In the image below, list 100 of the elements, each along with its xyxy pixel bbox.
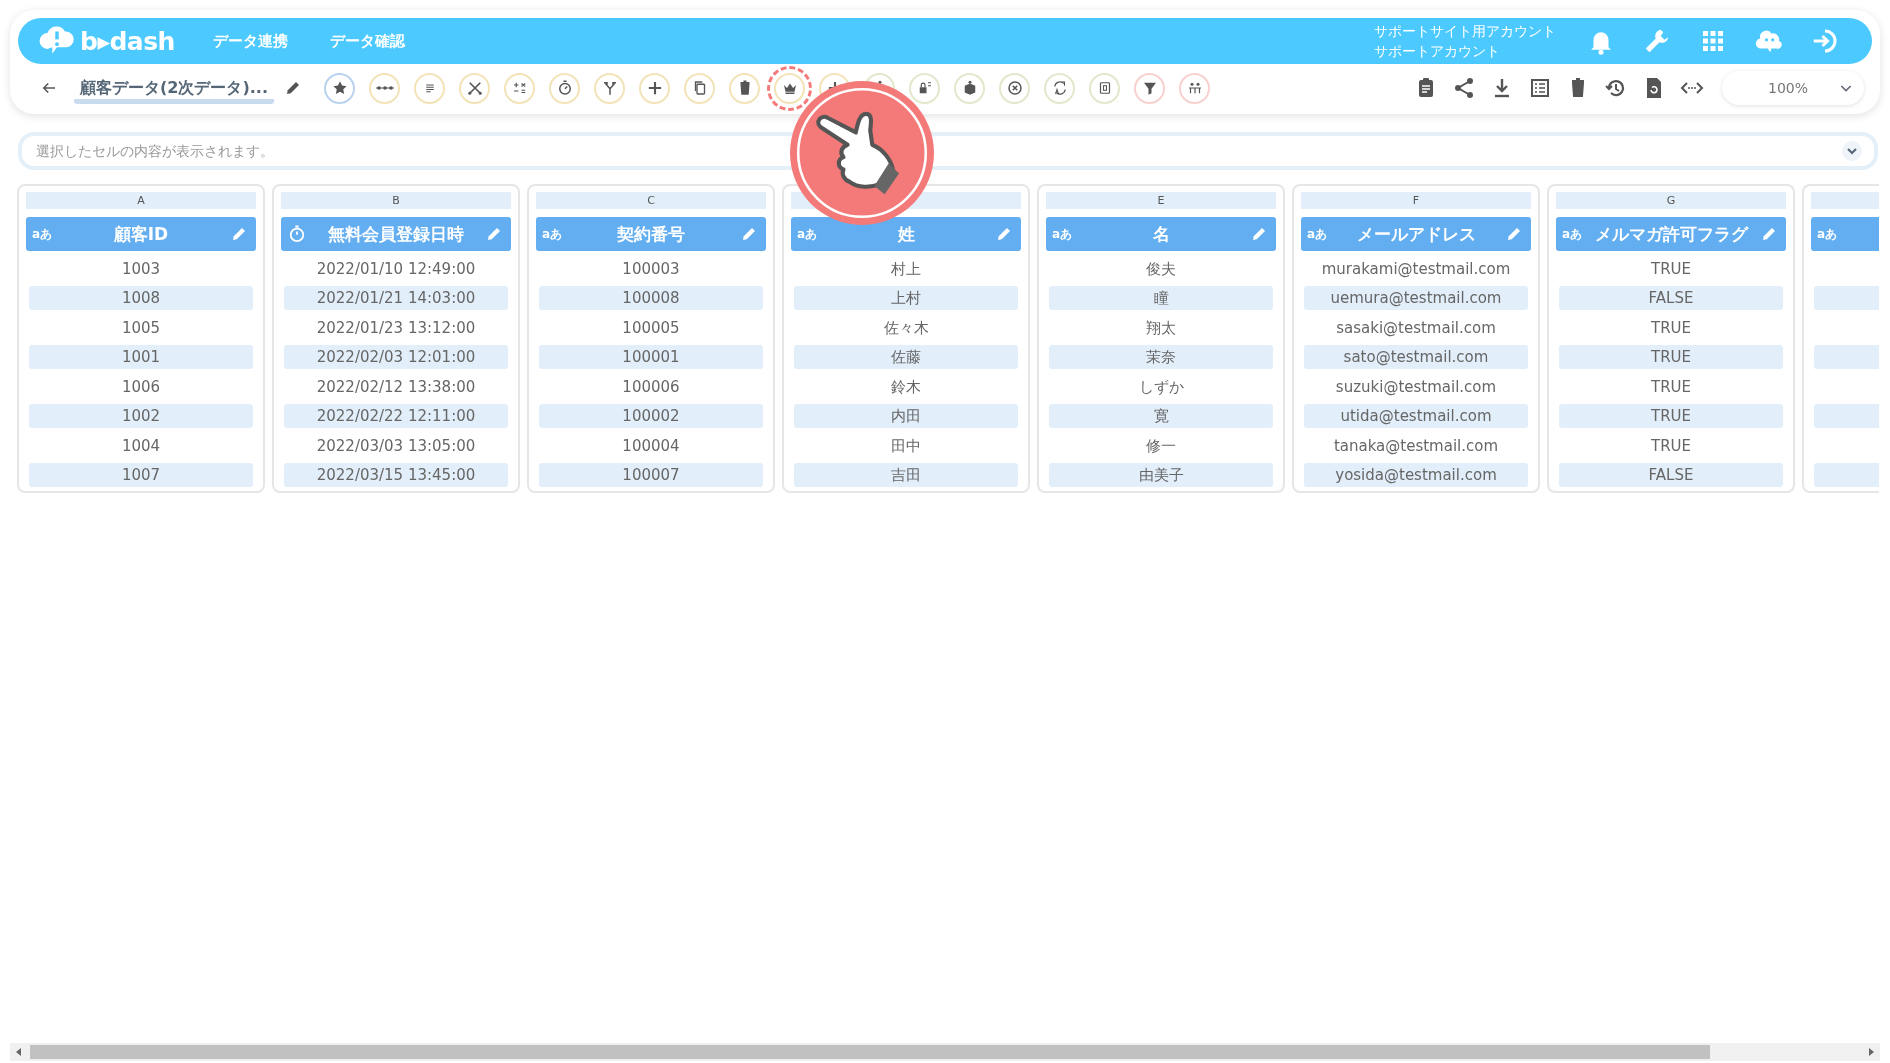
table-cell: 2022/03/15 13:45:00	[284, 463, 508, 487]
table-cell-text: murakami@testmail.com	[1320, 258, 1512, 280]
nav-link[interactable]: データ連携	[212, 31, 288, 51]
table-cell	[1814, 463, 1879, 487]
tool-button[interactable]	[639, 72, 670, 104]
type-label: aあ	[32, 225, 53, 243]
column-header[interactable]: aあ 契約番号	[536, 217, 766, 251]
account-name: サポートサイト用アカウント	[1374, 22, 1556, 41]
table-cell-text: suzuki@testmail.com	[1334, 376, 1498, 398]
type-label: aあ	[542, 225, 563, 243]
table-cell-text: 俊夫	[1145, 258, 1177, 280]
column-title: 無料会員登録日時	[328, 222, 464, 246]
table-cell-text: 2022/03/03 13:05:00	[315, 435, 477, 457]
column-header[interactable]: aあ 名	[1046, 217, 1276, 251]
column-header[interactable]: aあ 顧客ID	[26, 217, 256, 251]
table-cell: yosida@testmail.com	[1304, 463, 1528, 487]
tool-button[interactable]	[909, 72, 940, 104]
table-cell: 上村	[794, 286, 1018, 310]
table-cell: 内田	[794, 404, 1018, 428]
table-cell: FALSE	[1559, 463, 1783, 487]
tool-button[interactable]	[684, 72, 715, 104]
table-cell-text: 2022/01/10 12:49:00	[315, 258, 477, 280]
table-cell-text: 村上	[890, 258, 922, 280]
tool-button[interactable]	[954, 72, 985, 104]
table-cell: 1008	[29, 286, 253, 310]
table-cell-text: 修一	[1145, 435, 1177, 457]
tool-button[interactable]	[1089, 72, 1120, 104]
tool-button[interactable]	[1134, 72, 1165, 104]
pencil-icon[interactable]	[284, 79, 302, 97]
formula-field[interactable]: 選択したセルの内容が表示されます。	[18, 132, 1878, 170]
table-cell: 100007	[539, 463, 763, 487]
plus-icon	[647, 81, 662, 95]
table-cell	[1814, 286, 1879, 310]
type-label: aあ	[1817, 225, 1838, 243]
table-cell: 2022/02/03 12:01:00	[284, 345, 508, 369]
column-title: 名	[1152, 222, 1170, 246]
scroll-left-icon[interactable]	[16, 1048, 21, 1056]
type-label: aあ	[1307, 225, 1328, 243]
column-letter[interactable]: C	[536, 192, 766, 209]
nav-link[interactable]: データ確認	[329, 31, 405, 51]
table-cell-text: 鈴木	[890, 376, 922, 398]
table-cell: 吉田	[794, 463, 1018, 487]
tool-button[interactable]	[459, 72, 490, 104]
table-cell-text: 1003	[120, 258, 162, 280]
tool-button[interactable]	[549, 72, 580, 104]
column-header[interactable]: aあ 姓	[791, 217, 1021, 251]
table-cell-text: 1004	[120, 435, 162, 457]
column-title: 姓	[897, 222, 915, 246]
table-cell-text: tanaka@testmail.com	[1332, 435, 1500, 457]
table-cell-text: TRUE	[1649, 435, 1692, 457]
type-label: aあ	[797, 225, 818, 243]
tool-button[interactable]	[1179, 72, 1210, 104]
column-letter[interactable]: A	[26, 192, 256, 209]
logo-text[interactable]: b▸dash	[80, 26, 175, 56]
column-letter[interactable]: G	[1556, 192, 1786, 209]
column-header[interactable]: aあ	[1811, 217, 1879, 251]
table-cell: 100001	[539, 345, 763, 369]
table-cell-text: TRUE	[1649, 376, 1692, 398]
column-letter[interactable]: E	[1046, 192, 1276, 209]
scroll-right-icon[interactable]	[1869, 1048, 1874, 1056]
table-cell: FALSE	[1559, 286, 1783, 310]
table-cell: 1002	[29, 404, 253, 428]
column-header[interactable]: 無料会員登録日時	[281, 217, 511, 251]
table-cell: 寛	[1049, 404, 1273, 428]
table-cell: 1001	[29, 345, 253, 369]
type-label: aあ	[1052, 225, 1073, 243]
table-cell-text: 1005	[120, 317, 162, 339]
document-title[interactable]: 顧客データ(2次データ)...	[74, 76, 274, 104]
column-header[interactable]: aあ メルマガ許可フラグ	[1556, 217, 1786, 251]
tool-button[interactable]	[594, 72, 625, 104]
close-circle-icon	[1005, 79, 1024, 97]
tool-button[interactable]	[369, 72, 400, 104]
scrollbar-thumb[interactable]	[30, 1045, 1710, 1059]
column-title: 契約番号	[617, 222, 685, 246]
tool-button[interactable]	[999, 72, 1030, 104]
table-cell: TRUE	[1559, 404, 1783, 428]
table-cell-text: TRUE	[1649, 258, 1692, 280]
tool-button[interactable]	[729, 72, 760, 104]
table-cell: TRUE	[1559, 345, 1783, 369]
table-cell-text: 100006	[621, 376, 681, 398]
table-cell: sato@testmail.com	[1304, 345, 1528, 369]
table-cell-text: 100003	[621, 258, 681, 280]
zoom-select[interactable]: 100%	[1721, 71, 1864, 105]
table-cell: 茉奈	[1049, 345, 1273, 369]
column-title: メルマガ許可フラグ	[1594, 222, 1748, 246]
table-cell-text: しずか	[1137, 376, 1185, 398]
horizontal-scrollbar[interactable]	[10, 1043, 1880, 1061]
column-header[interactable]: aあ メールアドレス	[1301, 217, 1531, 251]
tool-button[interactable]	[324, 72, 355, 104]
chevron-down-icon[interactable]	[1842, 141, 1862, 161]
column-letter[interactable]: B	[281, 192, 511, 209]
table-cell-text: 田中	[890, 435, 922, 457]
table-cell: 2022/01/21 14:03:00	[284, 286, 508, 310]
tool-button[interactable]	[1044, 72, 1075, 104]
table-cell-text: 翔太	[1145, 317, 1177, 339]
table-cell: 100002	[539, 404, 763, 428]
column-letter[interactable]: F	[1301, 192, 1531, 209]
table-cell-text: 100004	[621, 435, 681, 457]
table-cell: 佐藤	[794, 345, 1018, 369]
table-cell-text: TRUE	[1649, 317, 1692, 339]
